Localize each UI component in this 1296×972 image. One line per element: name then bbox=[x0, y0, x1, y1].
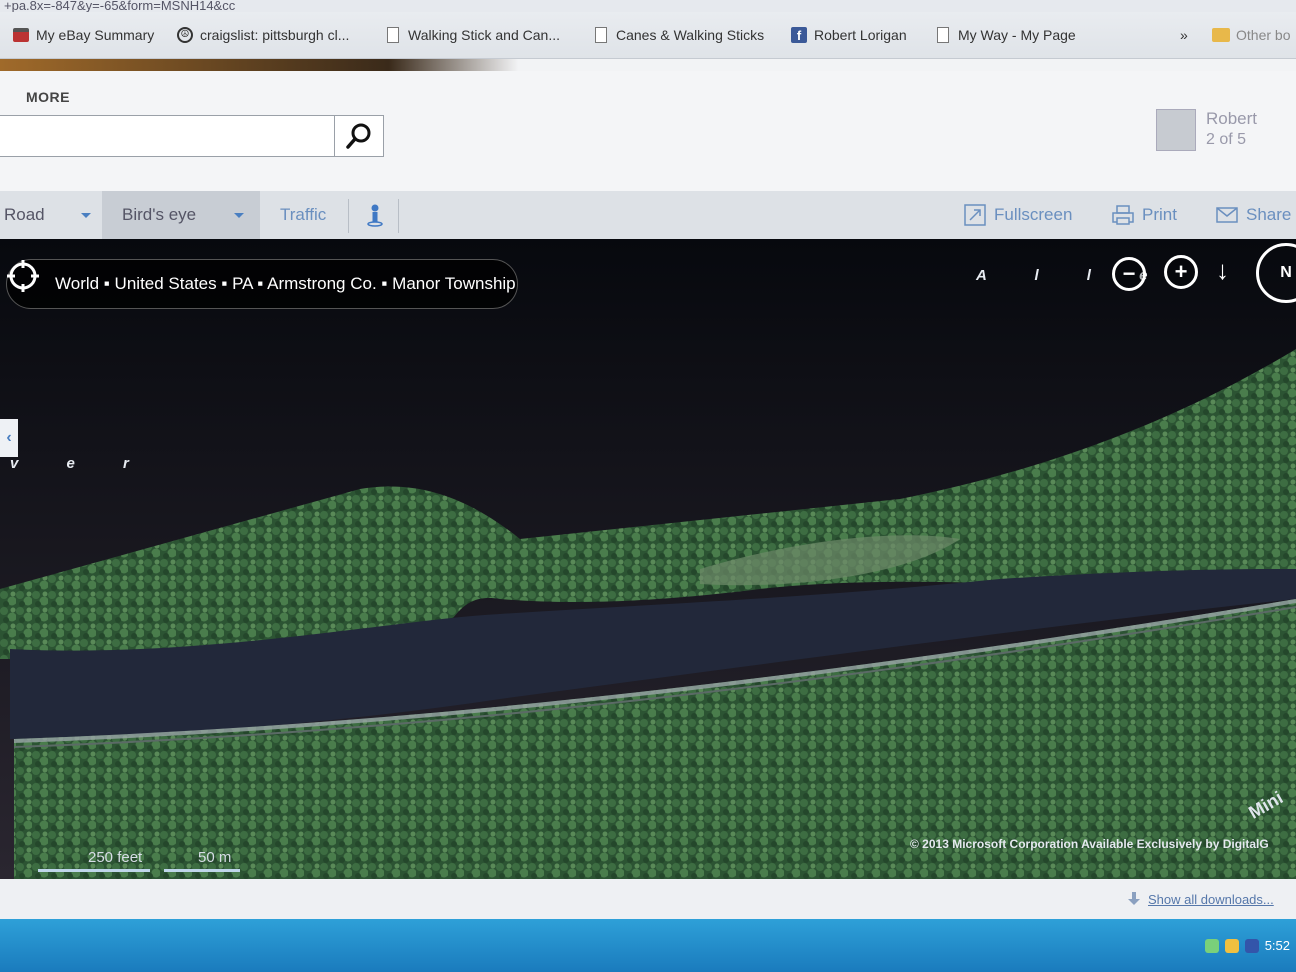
show-all-downloads-link[interactable]: Show all downloads... bbox=[1128, 879, 1274, 919]
bookmarks-overflow-chevron[interactable]: » bbox=[1180, 12, 1188, 58]
search-icon bbox=[346, 123, 371, 149]
user-name: Robert bbox=[1206, 109, 1258, 128]
network-icon[interactable] bbox=[1204, 938, 1219, 953]
peace-icon: ☮ bbox=[176, 26, 194, 44]
bookmark-my-way[interactable]: My Way - My Page bbox=[934, 12, 1076, 58]
plus-icon: + bbox=[1174, 259, 1188, 284]
breadcrumb-text: World ▪ United States ▪ PA ▪ Armstrong C… bbox=[55, 274, 516, 293]
scale-meters: 50 m bbox=[198, 849, 232, 866]
locate-me-icon[interactable] bbox=[7, 260, 39, 292]
scale-bar-meters bbox=[164, 869, 240, 872]
download-arrow-icon bbox=[1128, 892, 1140, 905]
divider bbox=[398, 199, 399, 233]
scale-feet: 250 feet bbox=[88, 849, 143, 866]
map-copyright: © 2013 Microsoft Corporation Available E… bbox=[910, 837, 1269, 851]
bookmark-label: Canes & Walking Sticks bbox=[616, 27, 765, 43]
search-button[interactable] bbox=[334, 116, 383, 156]
facebook-icon: f bbox=[790, 26, 808, 44]
bookmark-label: My Way - My Page bbox=[958, 27, 1076, 43]
share-button[interactable]: Share bbox=[1216, 191, 1291, 239]
location-breadcrumb[interactable]: World ▪ United States ▪ PA ▪ Armstrong C… bbox=[6, 259, 518, 309]
map-canvas[interactable]: World ▪ United States ▪ PA ▪ Armstrong C… bbox=[0, 239, 1296, 879]
bookmark-ebay[interactable]: My eBay Summary bbox=[12, 12, 154, 58]
print-icon bbox=[1112, 205, 1134, 225]
bookmark-label: Robert Lorigan bbox=[814, 27, 907, 43]
page-header: MORE Robert 2 of 5 bbox=[0, 71, 1296, 191]
folder-icon bbox=[1212, 26, 1230, 44]
taskbar: 5:52 bbox=[0, 919, 1296, 972]
bookmark-label: My eBay Summary bbox=[36, 27, 155, 43]
tab-road[interactable]: Road bbox=[4, 191, 70, 239]
divider bbox=[348, 199, 349, 233]
user-menu[interactable]: Robert 2 of 5 bbox=[1156, 107, 1286, 157]
address-bar-fragment[interactable]: +pa.8x=-847&y=-65&form=MSNH14&cc bbox=[0, 0, 1296, 12]
chevron-down-icon bbox=[234, 212, 245, 218]
streetside-person-button[interactable] bbox=[362, 191, 388, 239]
other-bookmarks[interactable]: Other bo bbox=[1212, 12, 1290, 58]
bookmark-craigslist[interactable]: ☮ craigslist: pittsburgh cl... bbox=[176, 12, 349, 58]
page-icon bbox=[934, 26, 952, 44]
volume-icon[interactable] bbox=[1224, 938, 1239, 953]
page-icon bbox=[592, 26, 610, 44]
bookmark-label: Walking Stick and Can... bbox=[408, 27, 560, 43]
minus-icon: − bbox=[1122, 261, 1136, 286]
search-input[interactable] bbox=[0, 115, 384, 157]
river-label-left: v e r bbox=[10, 455, 151, 472]
road-dropdown[interactable] bbox=[72, 191, 100, 239]
fullscreen-button[interactable]: Fullscreen bbox=[964, 191, 1072, 239]
bookmark-facebook[interactable]: f Robert Lorigan bbox=[790, 12, 907, 58]
bookmark-canes[interactable]: Canes & Walking Sticks bbox=[592, 12, 764, 58]
clock[interactable]: 5:52 bbox=[1265, 938, 1290, 953]
page-banner-edge bbox=[0, 59, 1296, 71]
scale-bar-feet bbox=[38, 869, 150, 872]
fullscreen-icon bbox=[964, 204, 986, 226]
user-rewards-count: 2 of 5 bbox=[1206, 131, 1247, 148]
chevron-left-icon: ‹ bbox=[6, 429, 12, 446]
zoom-in-button[interactable]: + bbox=[1164, 255, 1198, 289]
tab-traffic[interactable]: Traffic bbox=[280, 191, 326, 239]
mail-icon bbox=[1216, 207, 1238, 223]
shopping-bag-icon bbox=[12, 26, 30, 44]
avatar bbox=[1156, 109, 1196, 151]
bookmarks-bar: My eBay Summary ☮ craigslist: pittsburgh… bbox=[0, 12, 1296, 59]
map-toolbar: Road Bird's eye Traffic Fullscreen Print… bbox=[0, 191, 1296, 240]
page-icon bbox=[384, 26, 402, 44]
bookmark-label: craigslist: pittsburgh cl... bbox=[200, 27, 350, 43]
chevron-down-icon bbox=[81, 212, 91, 218]
bookmark-walking-stick[interactable]: Walking Stick and Can... bbox=[384, 12, 560, 58]
zoom-out-button[interactable]: − bbox=[1112, 257, 1146, 291]
more-menu-link[interactable]: MORE bbox=[26, 89, 70, 105]
print-button[interactable]: Print bbox=[1112, 191, 1177, 239]
compass-north-icon: N bbox=[1280, 264, 1292, 281]
downloads-bar: Show all downloads... bbox=[0, 879, 1296, 919]
person-icon bbox=[367, 204, 383, 227]
rotate-button[interactable]: ↓ bbox=[1216, 255, 1229, 286]
security-icon[interactable] bbox=[1244, 938, 1259, 953]
tab-birds-eye[interactable]: Bird's eye bbox=[102, 191, 260, 239]
system-tray: 5:52 bbox=[1204, 919, 1296, 972]
aerial-imagery bbox=[0, 239, 1296, 879]
side-panel-toggle[interactable]: ‹ bbox=[0, 419, 18, 457]
rotate-arrow-icon: ↓ bbox=[1216, 255, 1229, 285]
